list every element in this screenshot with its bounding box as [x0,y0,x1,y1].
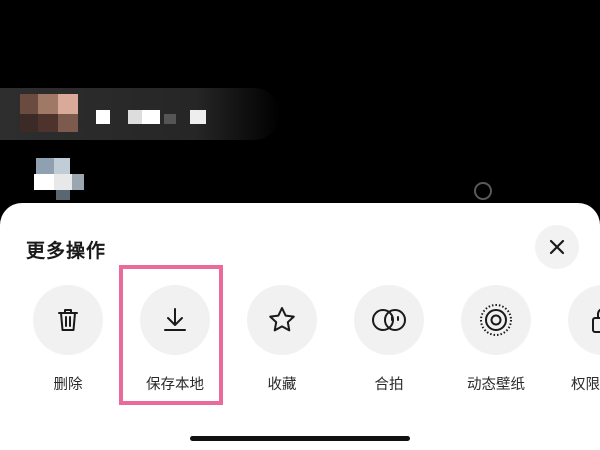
duet-label: 合拍 [374,377,404,393]
sheet-title: 更多操作 [26,240,107,262]
trash-icon [58,309,78,331]
live-wallpaper-action[interactable]: 动态壁纸 [442,285,550,395]
favorite-action[interactable]: 收藏 [228,285,336,395]
permissions-action[interactable]: 权限 [549,285,600,395]
favorite-label: 收藏 [267,377,297,393]
delete-action[interactable]: 删除 [14,285,122,395]
close-button[interactable] [535,225,579,269]
close-icon [549,239,565,255]
faint-background-icon [474,182,492,200]
live-wallpaper-button[interactable] [461,285,531,355]
live-wallpaper-icon [480,304,512,336]
live-wallpaper-label: 动态壁纸 [467,377,525,393]
permissions-button[interactable] [568,285,600,355]
more-actions-sheet: 更多操作 删除 保存本地 收藏 合拍 动态壁纸 权限 [0,203,600,450]
favorite-button[interactable] [247,285,317,355]
lock-icon [592,308,600,333]
home-indicator[interactable] [190,436,410,441]
duet-action[interactable]: 合拍 [335,285,443,395]
duet-button[interactable] [354,285,424,355]
pixelated-avatar [0,152,110,206]
duet-icon [372,309,406,331]
action-row: 删除 保存本地 收藏 合拍 动态壁纸 权限 [0,285,600,395]
delete-label: 删除 [53,377,83,393]
save-local-highlight [119,265,223,405]
delete-button[interactable] [33,285,103,355]
permissions-label-text: 权限 [571,377,600,393]
star-icon [269,307,295,332]
pixelated-comment [0,88,280,140]
